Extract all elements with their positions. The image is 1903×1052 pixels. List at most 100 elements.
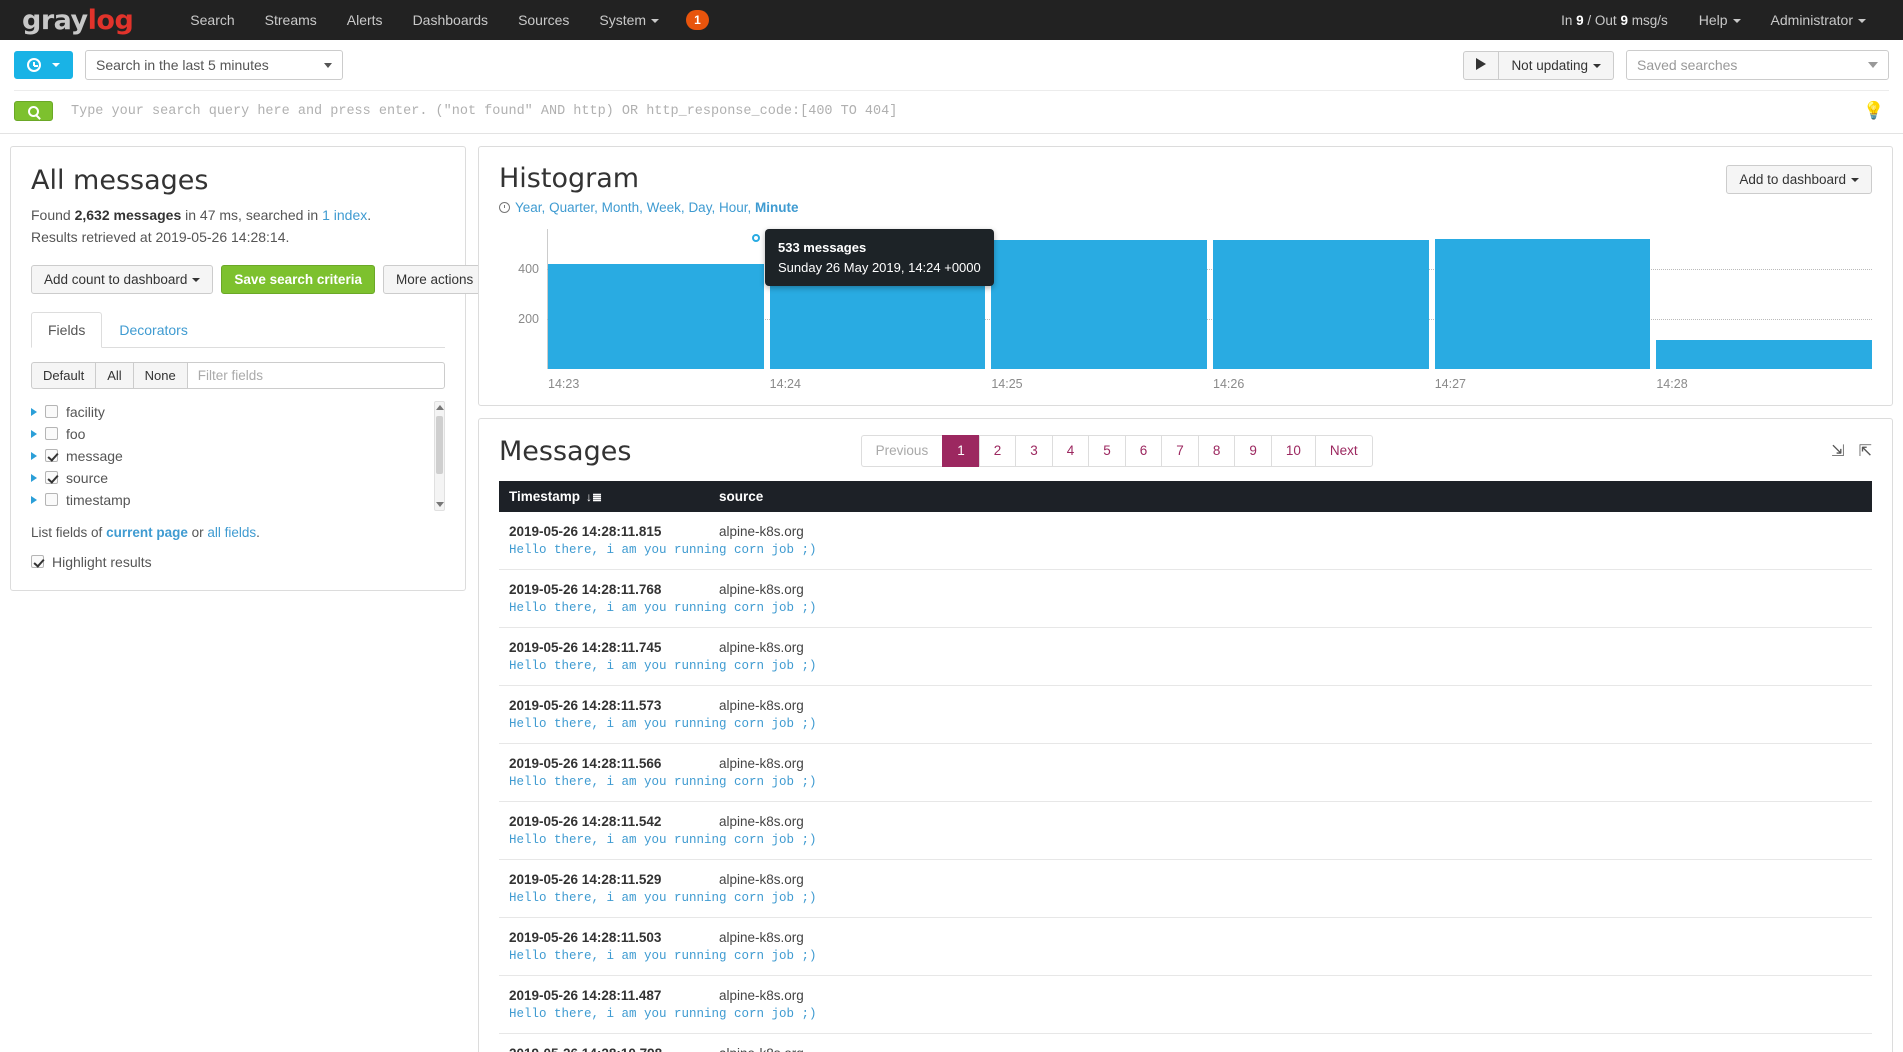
- table-row-message[interactable]: Hello there, i am you running corn job ;…: [499, 889, 1872, 918]
- table-row[interactable]: 2019-05-26 14:28:11.815 alpine-k8s.org: [499, 512, 1872, 541]
- add-count-to-dashboard-button[interactable]: Add count to dashboard: [31, 264, 214, 294]
- pagination-page-7[interactable]: 7: [1161, 435, 1198, 468]
- nav-item-dashboards[interactable]: Dashboards: [398, 0, 504, 40]
- table-row-message[interactable]: Hello there, i am you running corn job ;…: [499, 715, 1872, 744]
- field-checkbox[interactable]: [45, 427, 58, 441]
- bar-1425[interactable]: [991, 240, 1208, 369]
- table-row-message[interactable]: Hello there, i am you running corn job ;…: [499, 831, 1872, 860]
- resolution-quarter[interactable]: Quarter: [549, 200, 594, 215]
- add-to-dashboard-button[interactable]: Add to dashboard: [1726, 165, 1872, 194]
- nav-item-user-menu[interactable]: Administrator: [1756, 0, 1881, 40]
- resolution-month[interactable]: Month: [602, 200, 640, 215]
- table-row[interactable]: 2019-05-26 14:28:11.529 alpine-k8s.org: [499, 859, 1872, 890]
- expand-icon[interactable]: ⇲: [1831, 441, 1844, 461]
- nav-item-help[interactable]: Help: [1684, 0, 1756, 40]
- filter-fields-input[interactable]: [186, 361, 445, 389]
- table-row[interactable]: 2019-05-26 14:28:11.745 alpine-k8s.org: [499, 627, 1872, 658]
- table-row[interactable]: 2019-05-26 14:28:11.768 alpine-k8s.org: [499, 569, 1872, 600]
- histogram-chart[interactable]: 400 200 533 messages Sunday 26 May 2019,…: [499, 229, 1873, 369]
- field-checkbox[interactable]: [45, 493, 58, 507]
- sort-descending-icon[interactable]: ↓≣: [586, 490, 602, 504]
- search-submit-button[interactable]: [14, 101, 53, 121]
- pagination-page-1[interactable]: 1: [942, 435, 979, 468]
- table-row-message[interactable]: Hello there, i am you running corn job ;…: [499, 541, 1872, 570]
- resolution-year[interactable]: Year: [515, 200, 542, 215]
- pagination-page-4[interactable]: 4: [1051, 435, 1089, 468]
- pagination-page-3[interactable]: 3: [1015, 435, 1052, 468]
- expand-arrow-icon[interactable]: [31, 429, 37, 438]
- graylog-logo[interactable]: graylog: [22, 5, 134, 36]
- scrollbar-thumb[interactable]: [436, 415, 443, 474]
- table-row[interactable]: 2019-05-26 14:28:11.542 alpine-k8s.org: [499, 801, 1872, 832]
- collapse-icon[interactable]: ⇱: [1859, 441, 1872, 461]
- nav-item-system[interactable]: System: [584, 0, 674, 40]
- resolution-minute[interactable]: Minute: [755, 200, 799, 215]
- field-list-scrollbar[interactable]: [434, 400, 445, 511]
- table-row[interactable]: 2019-05-26 14:28:11.503 alpine-k8s.org: [499, 917, 1872, 948]
- field-checkbox[interactable]: [45, 471, 58, 485]
- nav-item-sources[interactable]: Sources: [503, 0, 584, 40]
- bar-1427[interactable]: [1434, 238, 1651, 369]
- scroll-up-icon[interactable]: [436, 404, 444, 410]
- list-item[interactable]: facility: [31, 401, 429, 423]
- list-item[interactable]: foo: [31, 423, 429, 445]
- time-range-type-button[interactable]: [14, 51, 73, 79]
- table-row-message[interactable]: Hello there, i am you running corn job ;…: [499, 773, 1872, 802]
- time-range-select[interactable]: Search in the last 5 minutes: [85, 50, 343, 80]
- tab-fields[interactable]: Fields: [31, 311, 103, 348]
- lightbulb-icon[interactable]: 💡: [1859, 101, 1889, 121]
- all-fields-link[interactable]: all fields: [207, 525, 256, 540]
- resolution-week[interactable]: Week: [647, 200, 681, 215]
- expand-arrow-icon[interactable]: [31, 407, 37, 416]
- list-item[interactable]: message: [31, 445, 429, 467]
- highlight-results-checkbox[interactable]: [31, 555, 44, 569]
- pagination-page-9[interactable]: 9: [1234, 435, 1271, 468]
- pagination-page-2[interactable]: 2: [978, 435, 1016, 468]
- table-row[interactable]: 2019-05-26 14:28:11.566 alpine-k8s.org: [499, 743, 1872, 774]
- resolution-day[interactable]: Day: [688, 200, 711, 215]
- tab-decorators[interactable]: Decorators: [102, 312, 204, 348]
- bar-1428[interactable]: [1656, 340, 1873, 369]
- pagination-page-10[interactable]: 10: [1270, 435, 1315, 468]
- list-item[interactable]: source: [31, 467, 429, 489]
- fields-preset-none-button[interactable]: None: [132, 361, 187, 389]
- save-search-criteria-button[interactable]: Save search criteria: [221, 264, 375, 294]
- table-row-message[interactable]: Hello there, i am you running corn job ;…: [499, 657, 1872, 686]
- column-header-timestamp[interactable]: Timestamp ↓≣: [499, 481, 709, 512]
- index-link[interactable]: 1 index: [322, 207, 367, 223]
- table-row-message[interactable]: Hello there, i am you running corn job ;…: [499, 1005, 1872, 1034]
- nav-item-search[interactable]: Search: [175, 0, 249, 40]
- table-row-message[interactable]: Hello there, i am you running corn job ;…: [499, 599, 1872, 628]
- expand-arrow-icon[interactable]: [31, 495, 37, 504]
- field-list[interactable]: facility foo message source timestamp: [31, 400, 445, 511]
- pagination-page-6[interactable]: 6: [1124, 435, 1162, 468]
- list-item[interactable]: timestamp: [31, 489, 429, 511]
- refresh-interval-dropdown[interactable]: Not updating: [1499, 50, 1614, 80]
- current-page-link[interactable]: current page: [106, 525, 188, 540]
- table-row[interactable]: 2019-05-26 14:28:10.798 alpine-k8s.org: [499, 1033, 1872, 1052]
- field-checkbox[interactable]: [45, 449, 58, 463]
- table-row[interactable]: 2019-05-26 14:28:11.573 alpine-k8s.org: [499, 685, 1872, 716]
- scroll-down-icon[interactable]: [436, 501, 444, 507]
- nav-item-alerts[interactable]: Alerts: [332, 0, 398, 40]
- resolution-hour[interactable]: Hour: [719, 200, 748, 215]
- bar-1426[interactable]: [1213, 240, 1429, 369]
- highlight-results-row[interactable]: Highlight results: [31, 554, 445, 570]
- saved-searches-select[interactable]: Saved searches: [1626, 50, 1889, 80]
- expand-arrow-icon[interactable]: [31, 473, 37, 482]
- fields-preset-all-button[interactable]: All: [95, 361, 133, 389]
- pagination-next[interactable]: Next: [1314, 435, 1373, 468]
- table-row-message[interactable]: Hello there, i am you running corn job ;…: [499, 947, 1872, 976]
- pagination-page-8[interactable]: 8: [1197, 435, 1235, 468]
- expand-arrow-icon[interactable]: [31, 451, 37, 460]
- bar-1423[interactable]: [548, 264, 764, 369]
- start-refresh-button[interactable]: [1463, 50, 1500, 80]
- pagination-previous[interactable]: Previous: [860, 435, 943, 468]
- column-header-source[interactable]: source: [709, 481, 1872, 512]
- pagination-page-5[interactable]: 5: [1088, 435, 1125, 468]
- notification-badge[interactable]: 1: [686, 10, 709, 30]
- field-checkbox[interactable]: [45, 405, 58, 419]
- table-row[interactable]: 2019-05-26 14:28:11.487 alpine-k8s.org: [499, 975, 1872, 1006]
- nav-item-streams[interactable]: Streams: [250, 0, 332, 40]
- fields-preset-default-button[interactable]: Default: [31, 361, 96, 389]
